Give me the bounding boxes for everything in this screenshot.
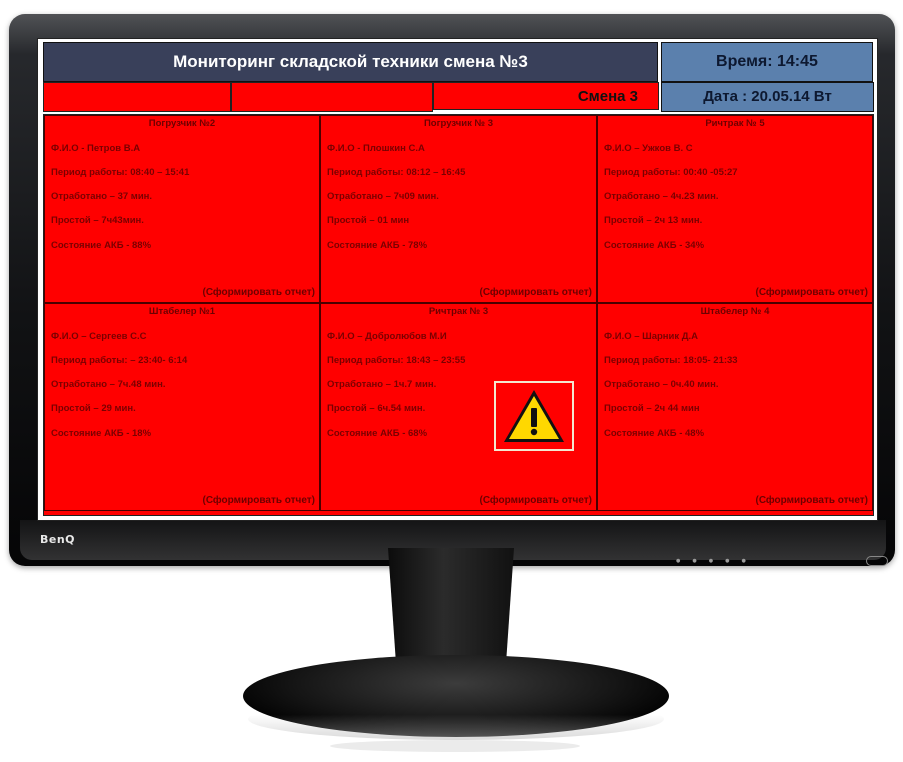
equipment-name: Штабелер № 4 [700,306,770,317]
generate-report-link[interactable]: (Сформировать отчет) [202,495,315,506]
info-row: Смена 3 Дата : 20.05.14 Вт [43,82,874,112]
equipment-panel: Штабелер № 4 Ф.И.О – Шарник Д.А Период р… [597,303,873,511]
work-period: Период работы: 08:40 – 15:41 [51,167,190,178]
battery-status: Состояние АКБ - 18% [51,428,152,439]
operator-name: Ф.И.О - Плошкин С.А [327,143,425,154]
info-cell-empty [43,82,231,112]
monitor-control-buttons: ● ● ● ● ● [676,558,746,564]
page-title: Мониторинг складской техники смена №3 [43,42,658,82]
idle-time: Простой – 2ч 13 мин. [604,215,703,226]
generate-report-link[interactable]: (Сформировать отчет) [479,287,592,298]
monitor-button[interactable]: ● [709,558,713,564]
battery-status: Состояние АКБ - 68% [327,428,428,439]
idle-time: Простой – 6ч.54 мин. [327,403,426,414]
monitor-button[interactable]: ● [742,558,746,564]
monitor-button[interactable]: ● [692,558,696,564]
warning-triangle-icon[interactable] [494,381,574,451]
generate-report-link[interactable]: (Сформировать отчет) [755,495,868,506]
equipment-grid: Погрузчик №2 Ф.И.О - Петров В.А Период р… [43,114,874,516]
worked-time: Отработано – 7ч.48 мин. [51,379,166,390]
equipment-name: Погрузчик № 3 [423,118,494,129]
generate-report-link[interactable]: (Сформировать отчет) [755,287,868,298]
shift-label: Смена 3 [433,82,659,110]
monitor-stand-rim [248,698,664,740]
brand-logo: BenQ [40,533,76,546]
warning-triangle-icon-svg [504,390,564,442]
work-period: Период работы: 00:40 -05:27 [604,167,738,178]
work-period: Период работы: – 23:40- 6:14 [51,355,188,366]
worked-time: Отработано – 0ч.40 мин. [604,379,719,390]
date-display: Дата : 20.05.14 Вт [661,82,874,112]
info-cell-empty [231,82,433,112]
power-button[interactable] [866,556,888,566]
equipment-name: Погрузчик №2 [148,118,216,129]
equipment-panel: Ричтрак № 3 Ф.И.О – Добролюбов М.И Перио… [320,303,597,511]
equipment-name: Ричтрак № 5 [705,118,765,129]
monitor-button[interactable]: ● [676,558,680,564]
operator-name: Ф.И.О – Шарник Д.А [604,331,699,342]
battery-status: Состояние АКБ - 34% [604,240,705,251]
monitor-screen: Мониторинг складской техники смена №3 Вр… [37,38,878,521]
idle-time: Простой – 7ч43мин. [51,215,144,226]
worked-time: Отработано – 1ч.7 мин. [327,379,437,390]
equipment-name: Ричтрак № 3 [428,306,489,317]
work-period: Период работы: 08:12 – 16:45 [327,167,466,178]
equipment-panel: Погрузчик №2 Ф.И.О - Петров В.А Период р… [44,115,320,303]
operator-name: Ф.И.О - Петров В.А [51,143,141,154]
work-period: Период работы: 18:43 – 23:55 [327,355,466,366]
equipment-panel: Погрузчик № 3 Ф.И.О - Плошкин С.А Период… [320,115,597,303]
equipment-panel: Ричтрак № 5 Ф.И.О – Ужков В. С Период ра… [597,115,873,303]
worked-time: Отработано – 7ч09 мин. [327,191,439,202]
battery-status: Состояние АКБ - 78% [327,240,428,251]
operator-name: Ф.И.О – Ужков В. С [604,143,693,154]
monitor-button[interactable]: ● [725,558,729,564]
battery-status: Состояние АКБ - 48% [604,428,705,439]
operator-name: Ф.И.О – Добролюбов М.И [327,331,447,342]
idle-time: Простой – 29 мин. [51,403,136,414]
generate-report-link[interactable]: (Сформировать отчет) [202,287,315,298]
time-display: Время: 14:45 [661,42,873,82]
idle-time: Простой – 2ч 44 мин [604,403,700,414]
floor-shadow [330,740,580,752]
worked-time: Отработано – 37 мин. [51,191,153,202]
equipment-panel: Штабелер №1 Ф.И.О – Сергеев С.С Период р… [44,303,320,511]
generate-report-link[interactable]: (Сформировать отчет) [479,495,592,506]
work-period: Период работы: 18:05- 21:33 [604,355,738,366]
worked-time: Отработано – 4ч.23 мин. [604,191,719,202]
idle-time: Простой – 01 мин [327,215,410,226]
battery-status: Состояние АКБ - 88% [51,240,152,251]
operator-name: Ф.И.О – Сергеев С.С [51,331,147,342]
equipment-name: Штабелер №1 [148,306,216,317]
